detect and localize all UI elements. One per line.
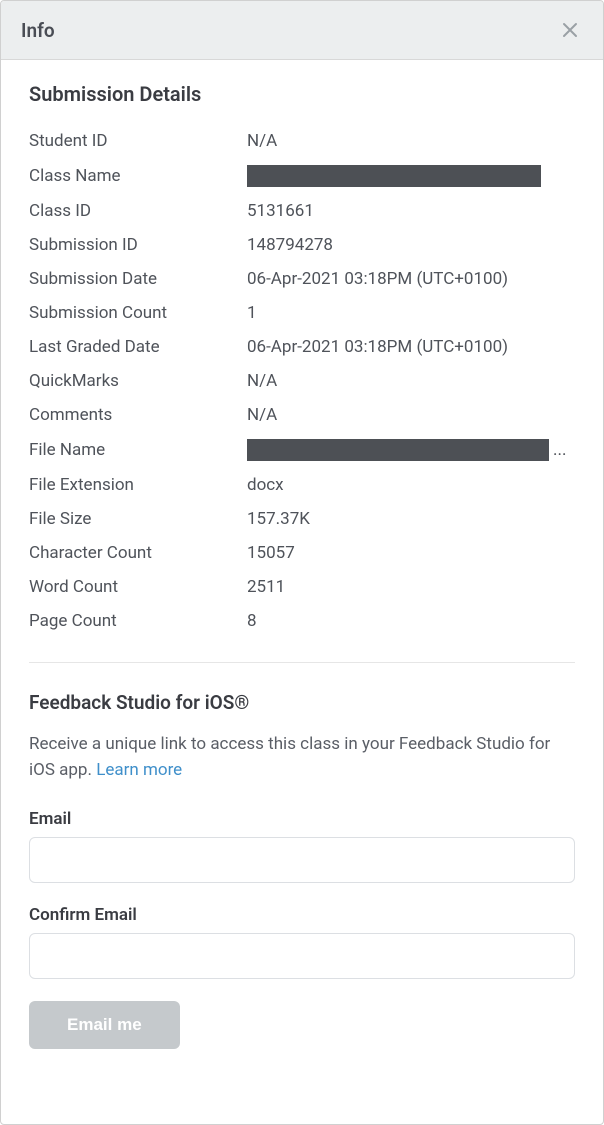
confirm-email-input[interactable]: [29, 933, 575, 979]
detail-value: N/A: [247, 371, 575, 391]
detail-row: Class ID5131661: [29, 194, 575, 228]
detail-label: Submission Count: [29, 303, 247, 323]
detail-row: Character Count15057: [29, 536, 575, 570]
detail-row: File Name...: [29, 432, 575, 468]
detail-label: File Extension: [29, 475, 247, 495]
detail-label: File Size: [29, 509, 247, 529]
detail-label: File Name: [29, 440, 247, 460]
detail-row: File Extensiondocx: [29, 468, 575, 502]
detail-label: Class Name: [29, 166, 247, 186]
detail-label: Submission Date: [29, 269, 247, 289]
detail-value: 1: [247, 303, 575, 323]
modal-header: Info: [1, 1, 603, 60]
close-button[interactable]: [557, 17, 583, 43]
divider: [29, 662, 575, 663]
detail-value: 5131661: [247, 201, 575, 221]
confirm-email-field-group: Confirm Email: [29, 905, 575, 979]
detail-label: Comments: [29, 405, 247, 425]
detail-label: Word Count: [29, 577, 247, 597]
ios-heading: Feedback Studio for iOS®: [29, 691, 575, 714]
detail-value: 06-Apr-2021 03:18PM (UTC+0100): [247, 269, 575, 289]
email-input[interactable]: [29, 837, 575, 883]
modal-body: Submission Details Student IDN/AClass Na…: [1, 60, 603, 1124]
detail-label: Character Count: [29, 543, 247, 563]
learn-more-link[interactable]: Learn more: [96, 760, 182, 780]
detail-value: 2511: [247, 577, 575, 597]
detail-row: Submission Count1: [29, 296, 575, 330]
submission-details-table: Student IDN/AClass NameClass ID5131661Su…: [29, 124, 575, 638]
detail-row: CommentsN/A: [29, 398, 575, 432]
detail-row: QuickMarksN/A: [29, 364, 575, 398]
submission-details-heading: Submission Details: [29, 82, 575, 106]
modal-title: Info: [21, 19, 55, 42]
detail-row: Word Count2511: [29, 570, 575, 604]
detail-label: QuickMarks: [29, 371, 247, 391]
email-field-group: Email: [29, 809, 575, 883]
close-icon: [561, 21, 579, 39]
detail-row: Student IDN/A: [29, 124, 575, 158]
detail-row: Page Count8: [29, 604, 575, 638]
redacted-block: [247, 439, 549, 461]
detail-value: 157.37K: [247, 509, 575, 529]
detail-label: Page Count: [29, 611, 247, 631]
detail-value: docx: [247, 475, 575, 495]
info-modal: Info Submission Details Student IDN/ACla…: [0, 0, 604, 1125]
detail-value: N/A: [247, 405, 575, 425]
detail-label: Last Graded Date: [29, 337, 247, 357]
detail-value: [247, 165, 575, 187]
ios-description: Receive a unique link to access this cla…: [29, 732, 575, 783]
detail-value: 8: [247, 611, 575, 631]
detail-label: Class ID: [29, 201, 247, 221]
detail-value: 15057: [247, 543, 575, 563]
email-me-button[interactable]: Email me: [29, 1001, 180, 1049]
detail-row: Submission ID148794278: [29, 228, 575, 262]
email-label: Email: [29, 809, 575, 829]
detail-row: Last Graded Date06-Apr-2021 03:18PM (UTC…: [29, 330, 575, 364]
detail-row: Class Name: [29, 158, 575, 194]
detail-value: ...: [247, 439, 575, 461]
detail-value: 06-Apr-2021 03:18PM (UTC+0100): [247, 337, 575, 357]
ellipsis: ...: [553, 440, 566, 460]
detail-value: 148794278: [247, 235, 575, 255]
detail-value: N/A: [247, 131, 575, 151]
detail-label: Submission ID: [29, 235, 247, 255]
detail-label: Student ID: [29, 131, 247, 151]
confirm-email-label: Confirm Email: [29, 905, 575, 925]
redacted-block: [247, 165, 541, 187]
detail-row: File Size157.37K: [29, 502, 575, 536]
detail-row: Submission Date06-Apr-2021 03:18PM (UTC+…: [29, 262, 575, 296]
